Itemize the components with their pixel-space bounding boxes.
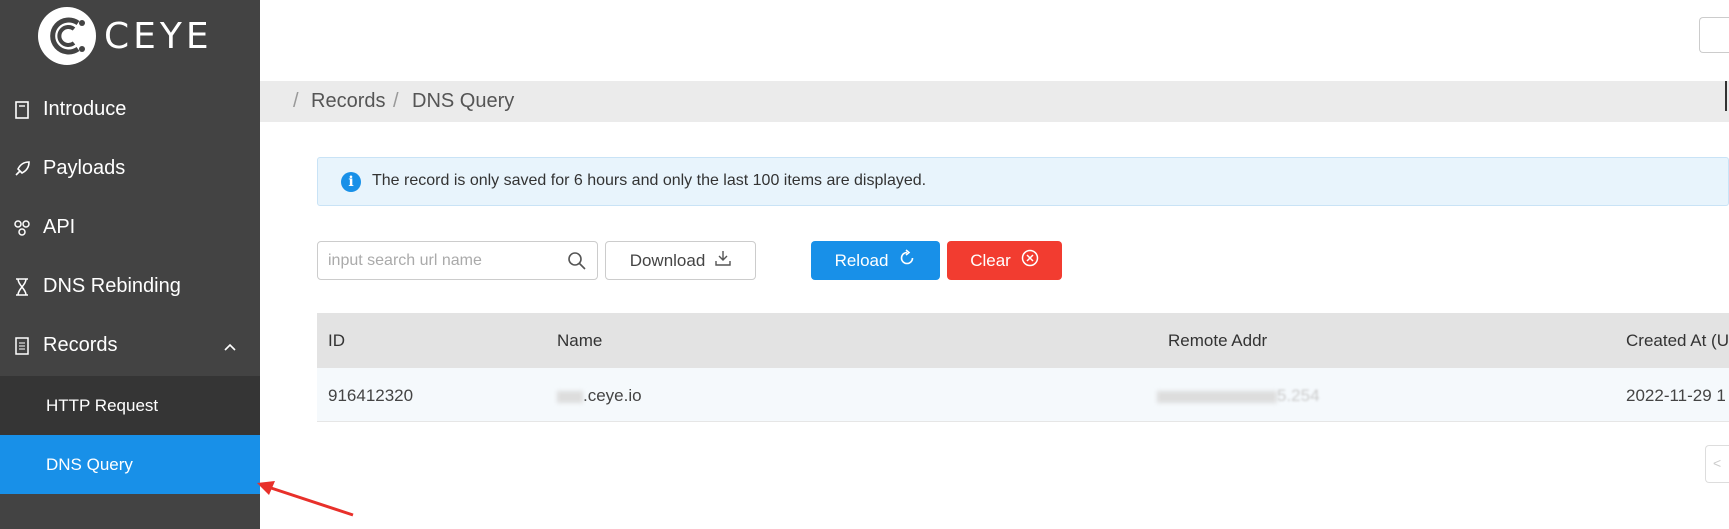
records-icon: [13, 336, 31, 355]
chevron-up-icon: [224, 334, 236, 357]
sidebar-item-label: Payloads: [43, 157, 126, 179]
logo[interactable]: CEYE: [38, 6, 213, 66]
breadcrumb-separator: /: [393, 90, 399, 112]
breadcrumb: / Records / DNS Query: [260, 81, 1729, 122]
sidebar-subitem-dns-query[interactable]: DNS Query: [0, 435, 260, 494]
annotation-arrow-icon: [257, 481, 354, 517]
sidebar-item-label: Introduce: [43, 98, 127, 120]
ceye-logo-icon: [38, 7, 96, 65]
download-label: Download: [629, 250, 706, 270]
search-box: [317, 241, 598, 280]
column-header-name[interactable]: Name: [557, 331, 602, 351]
clear-label: Clear: [970, 250, 1011, 270]
book-icon: [13, 100, 31, 119]
scrollbar[interactable]: [1725, 81, 1729, 111]
sidebar-item-api[interactable]: API: [0, 198, 260, 257]
table-row[interactable]: 916412320 .ceye.io 5.254 2022-11-29 1: [317, 368, 1729, 422]
refresh-icon: [898, 249, 916, 272]
column-header-remote-addr[interactable]: Remote Addr: [1168, 331, 1267, 351]
rocket-icon: [13, 160, 31, 178]
close-circle-icon: [1021, 249, 1039, 272]
download-icon: [715, 250, 731, 271]
pagination-prev-button[interactable]: <: [1705, 445, 1729, 483]
sidebar-subitem-http-request[interactable]: HTTP Request: [0, 376, 260, 435]
header-button[interactable]: [1699, 17, 1729, 53]
alert-text: The record is only saved for 6 hours and…: [372, 172, 927, 189]
column-header-created-at[interactable]: Created At (U: [1626, 331, 1729, 351]
breadcrumb-records[interactable]: Records: [311, 90, 385, 113]
redacted-text: [557, 390, 583, 403]
breadcrumb-dns-query: DNS Query: [412, 90, 515, 112]
reload-label: Reload: [834, 250, 889, 270]
cell-remote-addr: 5.254: [1157, 386, 1320, 406]
sidebar-subitem-label: HTTP Request: [46, 395, 159, 415]
logo-text: CEYE: [104, 15, 213, 57]
sidebar-item-label: DNS Rebinding: [43, 275, 181, 297]
sidebar-item-payloads[interactable]: Payloads: [0, 139, 260, 198]
sidebar-subitem-label: DNS Query: [46, 454, 133, 474]
info-alert: i The record is only saved for 6 hours a…: [317, 157, 1729, 206]
sidebar: CEYE Introduce Payloads API DNS Rebindin…: [0, 0, 260, 529]
table-header: ID Name Remote Addr Created At (U: [317, 313, 1729, 368]
sidebar-item-label: API: [43, 216, 76, 238]
breadcrumb-separator: /: [293, 90, 299, 112]
column-header-id[interactable]: ID: [328, 331, 345, 351]
clear-button[interactable]: Clear: [947, 241, 1062, 280]
hourglass-icon: [13, 277, 31, 296]
cell-id: 916412320: [328, 386, 414, 405]
search-input[interactable]: [328, 250, 548, 272]
api-icon: [13, 219, 31, 237]
search-icon[interactable]: [567, 251, 587, 276]
sidebar-item-introduce[interactable]: Introduce: [0, 80, 260, 139]
reload-button[interactable]: Reload: [811, 241, 940, 280]
sidebar-item-dns-rebinding[interactable]: DNS Rebinding: [0, 257, 260, 316]
sidebar-item-label: Records: [43, 334, 118, 356]
cell-created-at: 2022-11-29 1: [1626, 386, 1726, 405]
info-icon: i: [341, 172, 361, 192]
cell-name: .ceye.io: [557, 386, 642, 406]
top-header: [260, 0, 1729, 81]
redacted-text: [1157, 390, 1277, 403]
sidebar-item-records[interactable]: Records: [0, 316, 260, 375]
download-button[interactable]: Download: [605, 241, 756, 280]
